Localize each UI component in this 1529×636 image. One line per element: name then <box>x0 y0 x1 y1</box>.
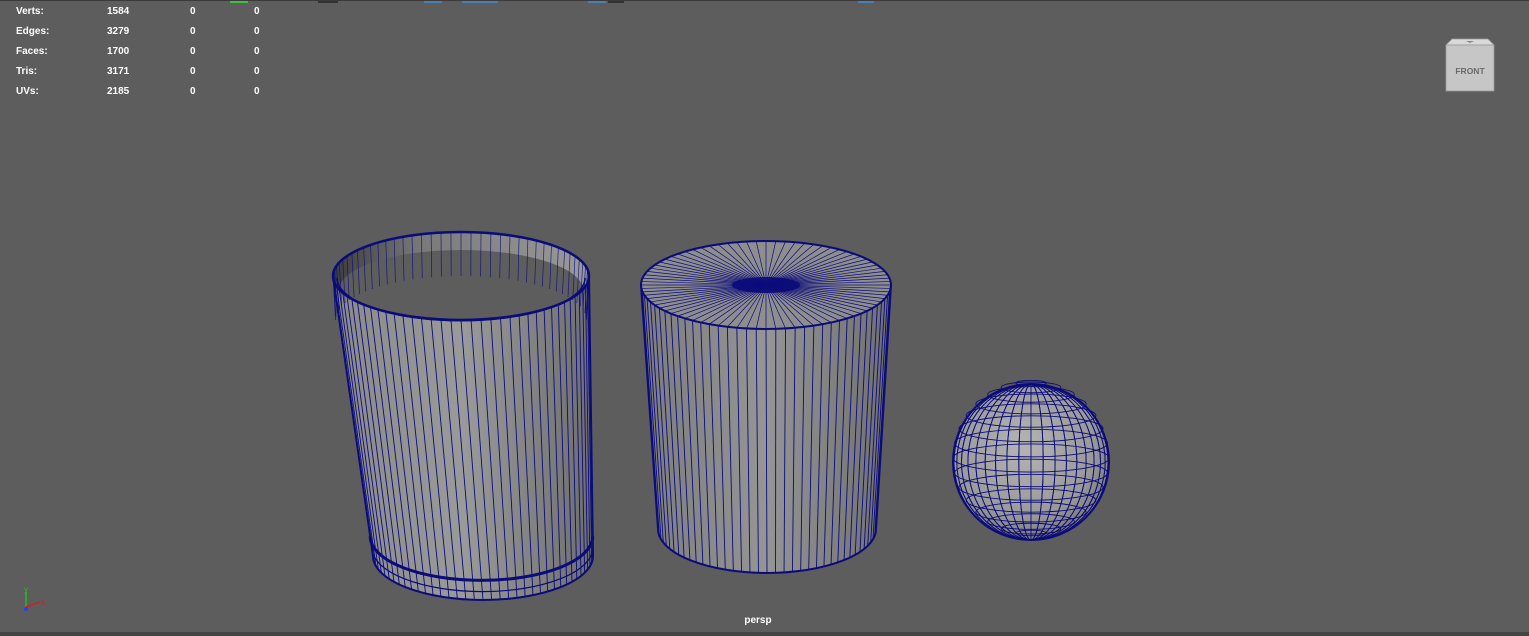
hud-value: 3279 <box>107 25 129 39</box>
hud-value: 1584 <box>107 5 129 19</box>
camera-name-label: persp <box>728 615 788 626</box>
maya-viewport-persp[interactable]: Verts: 1584 0 0 Edges: 3279 0 0 Faces: 1… <box>0 0 1529 635</box>
viewcube-face-label: FRONT <box>1455 66 1485 76</box>
hud-value: 2185 <box>107 85 129 99</box>
x-axis-label: x <box>41 598 45 607</box>
hud-value: 0 <box>190 5 196 19</box>
cylinder-cap-pole <box>732 277 800 293</box>
viewcube[interactable]: FRONT <box>1444 33 1496 93</box>
hud-label: Tris: <box>16 65 37 79</box>
z-axis-icon <box>24 607 28 611</box>
hud-label: Faces: <box>16 45 48 59</box>
hud-value: 0 <box>190 25 196 39</box>
hud-value: 0 <box>190 65 196 79</box>
hud-value: 0 <box>254 5 260 19</box>
hud-value: 1700 <box>107 45 129 59</box>
cylinder-mesh[interactable] <box>641 241 891 573</box>
hud-value: 3171 <box>107 65 129 79</box>
hud-value: 0 <box>254 45 260 59</box>
scene-canvas[interactable] <box>0 1 1529 636</box>
hud-label: Edges: <box>16 25 49 39</box>
y-axis-label: y <box>24 585 28 594</box>
axis-gizmo: y x <box>16 583 50 613</box>
hud-value: 0 <box>254 85 260 99</box>
hud-label: UVs: <box>16 85 39 99</box>
cup-mesh[interactable] <box>333 232 593 600</box>
hud-value: 0 <box>254 25 260 39</box>
hud-value: 0 <box>254 65 260 79</box>
sphere-mesh[interactable] <box>953 380 1109 540</box>
hud-value: 0 <box>190 45 196 59</box>
hud-label: Verts: <box>16 5 44 19</box>
viewport-bottom-border <box>0 632 1529 636</box>
x-axis-icon <box>26 602 40 607</box>
hud-value: 0 <box>190 85 196 99</box>
